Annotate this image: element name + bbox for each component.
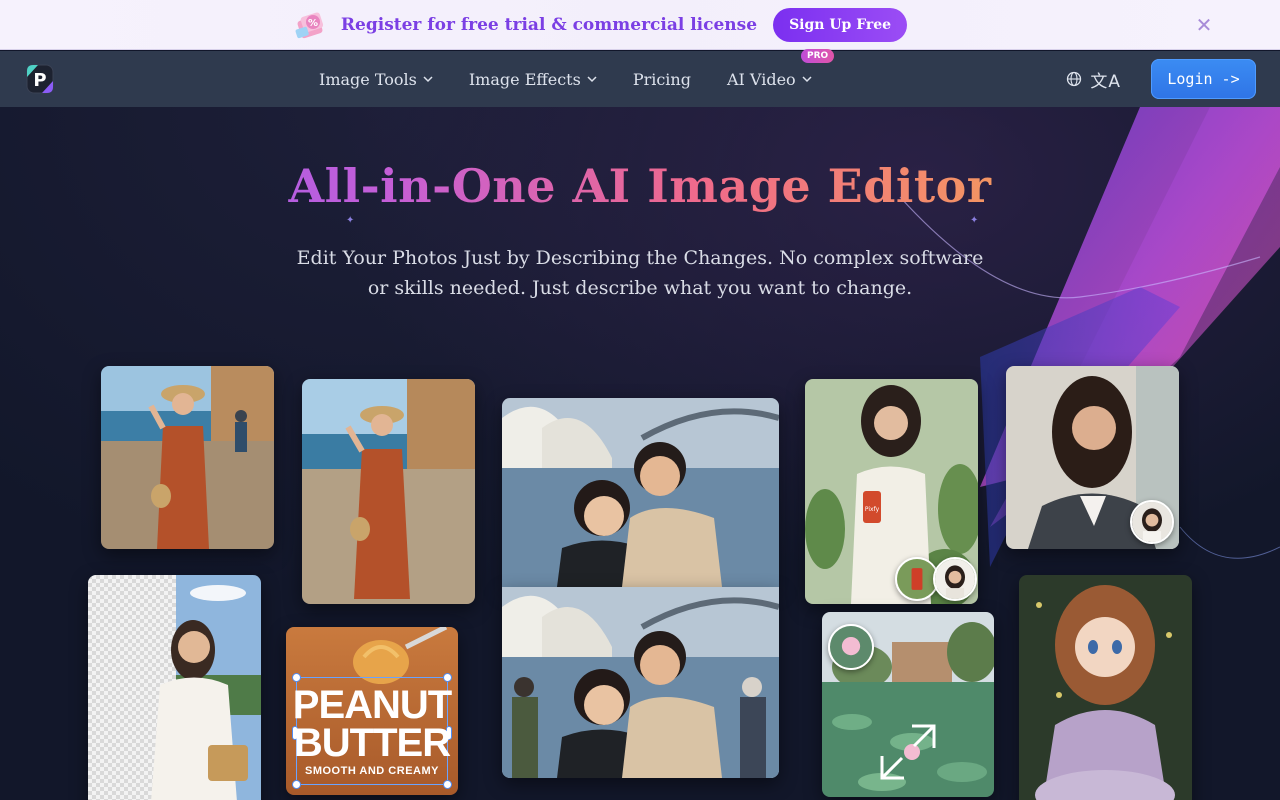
example-image-product-model[interactable]: Pixfy [805,379,978,604]
hero-title: All-in-One AI Image Editor [0,159,1280,213]
example-image-upscale[interactable] [822,612,994,797]
resize-handle[interactable] [292,780,301,789]
pro-badge: PRO [800,48,835,63]
login-button[interactable]: Login -> [1151,59,1256,99]
sparkle-icon: ✦ [970,215,979,226]
promo-content: % Register for free trial & commercial l… [293,7,908,42]
language-label: 文A [1090,71,1121,92]
gift-icon: % [293,8,327,42]
nav-item-label: AI Video [726,69,796,89]
expand-arrows-icon [880,724,936,780]
thumb-selfie [1130,500,1174,544]
language-selector[interactable]: 文A [1066,67,1121,92]
thumb-lotus [828,624,874,670]
nav-item-label: Image Effects [468,69,581,89]
promo-banner: % Register for free trial & commercial l… [0,0,1280,50]
globe-icon [1067,71,1082,87]
close-icon[interactable]: ✕ [1192,13,1216,37]
sparkle-icon: ✦ [346,215,355,226]
hero-section: All-in-One AI Image Editor ✦ ✦ Edit Your… [0,107,1280,800]
nav-item-ai-video[interactable]: AI Video PRO [726,48,835,89]
promo-text: Register for free trial & commercial lic… [340,14,758,35]
top-nav: P Image Tools Image Effects Pricing AI V… [0,48,1280,107]
nav-right: 文A Login -> [1066,59,1256,99]
example-image-couple-edited[interactable] [502,587,779,778]
example-image-headshot[interactable] [1006,366,1179,549]
nav-item-image-effects[interactable]: Image Effects [469,70,597,89]
resize-handle[interactable] [443,673,452,682]
nav-item-pricing[interactable]: Pricing [633,70,691,89]
peanut-title-line1: PEANUT [292,683,452,727]
chevron-down-icon [423,76,433,83]
nav-item-image-tools[interactable]: Image Tools [319,70,433,89]
example-image-anime-style[interactable] [1019,575,1192,800]
chevron-down-icon [802,76,812,83]
nav-item-label: Image Tools [319,69,417,89]
nav-menu: Image Tools Image Effects Pricing AI Vid… [319,48,848,107]
example-image-travel-edited[interactable] [302,379,475,604]
sign-up-free-button[interactable]: Sign Up Free [773,7,908,42]
thumb-portrait-woman [933,557,977,601]
can-label: Pixfy [865,506,880,513]
example-image-travel-original[interactable] [101,366,274,549]
peanut-subtitle: SMOOTH AND CREAMY [305,765,439,777]
svg-text:%: % [308,18,318,29]
nav-item-label: Pricing [632,69,691,89]
resize-handle[interactable] [443,780,452,789]
chevron-down-icon [587,76,597,83]
resize-handle[interactable] [292,673,301,682]
logo-icon[interactable]: P [24,61,56,97]
svg-text:P: P [33,70,46,91]
example-image-background-removal[interactable] [88,575,261,800]
example-image-text-design[interactable]: PEANUT BUTTER SMOOTH AND CREAMY [286,627,458,795]
example-image-couple-original[interactable] [502,398,779,587]
hero-subtitle: Edit Your Photos Just by Describing the … [296,247,984,299]
peanut-title-line2: BUTTER [293,721,451,765]
